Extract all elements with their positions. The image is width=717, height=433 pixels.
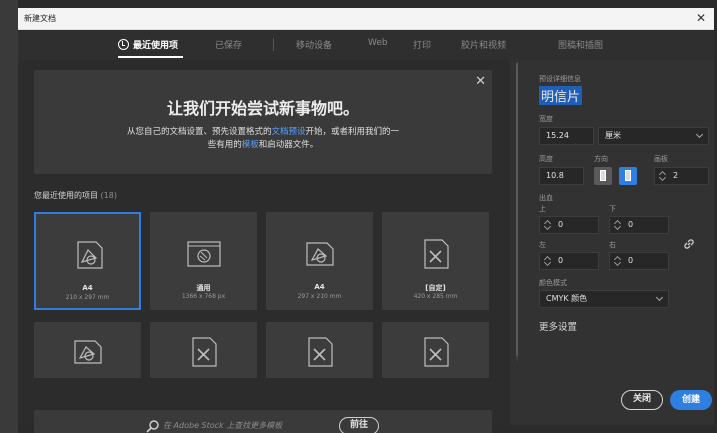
portrait-icon bbox=[600, 170, 606, 181]
portrait-orientation-button[interactable] bbox=[594, 167, 612, 185]
presets-area: ✕ 让我们开始尝试新事物吧。 从您自己的文档设置、预先设置格式的文档预设开始，或… bbox=[18, 60, 510, 433]
chevron-down-icon bbox=[655, 293, 664, 302]
height-label: 高度 bbox=[539, 155, 553, 163]
tab-recent[interactable]: 最近使用项 bbox=[118, 38, 178, 51]
bleed-bottom-stepper[interactable]: 0 bbox=[609, 216, 669, 234]
welcome-headline: 让我们开始尝试新事物吧。 bbox=[166, 99, 359, 118]
window-title: 新建文档 bbox=[24, 14, 56, 23]
card-name: [自定] bbox=[425, 284, 446, 292]
color-mode-label: 颜色模式 bbox=[539, 279, 567, 287]
recent-item-card[interactable] bbox=[34, 322, 141, 378]
custom-document-icon bbox=[301, 335, 339, 369]
card-size: 420 x 285 mm bbox=[413, 293, 458, 300]
link-bleed-icon[interactable] bbox=[683, 238, 695, 250]
tab-divider bbox=[273, 38, 274, 51]
bleed-top-label: 上 bbox=[539, 205, 546, 213]
recent-item-card[interactable] bbox=[266, 322, 373, 378]
height-input[interactable]: 10.8 bbox=[539, 167, 584, 185]
custom-document-icon bbox=[417, 237, 455, 271]
recent-item-card[interactable]: [自定] 420 x 285 mm bbox=[382, 212, 489, 310]
document-shapes-icon bbox=[69, 335, 107, 369]
landscape-icon bbox=[625, 170, 631, 181]
preset-details-label: 预设详细信息 bbox=[539, 75, 581, 83]
recent-item-card[interactable]: 通用 1366 x 768 px bbox=[150, 212, 257, 310]
custom-document-icon bbox=[417, 335, 455, 369]
new-document-dialog: 最近使用项 已保存 移动设备 Web 打印 胶片和视频 图稿和插图 ✕ 让我们开… bbox=[18, 30, 714, 433]
close-button[interactable]: 关闭 bbox=[621, 390, 663, 410]
bleed-right-label: 右 bbox=[609, 241, 616, 249]
recent-item-card[interactable] bbox=[382, 322, 489, 378]
tab-web[interactable]: Web bbox=[368, 38, 388, 48]
create-button[interactable]: 创建 bbox=[670, 390, 712, 410]
close-window-icon[interactable]: ✕ bbox=[696, 11, 706, 25]
tab-bar: 最近使用项 已保存 移动设备 Web 打印 胶片和视频 图稿和插图 bbox=[18, 30, 714, 60]
recent-items-label: 您最近使用的项目 (18) bbox=[34, 191, 117, 200]
card-size: 210 x 297 mm bbox=[65, 294, 110, 301]
stepper-arrows-icon bbox=[660, 171, 666, 181]
go-button[interactable]: 前往 bbox=[339, 417, 379, 433]
document-shapes-icon bbox=[70, 238, 108, 272]
bleed-right-stepper[interactable]: 0 bbox=[609, 252, 669, 270]
color-mode-select[interactable]: CMYK 颜色 bbox=[539, 290, 669, 308]
tab-print[interactable]: 打印 bbox=[413, 38, 431, 51]
preset-name-field[interactable]: 明信片 bbox=[539, 86, 583, 105]
width-input[interactable]: 15.24 bbox=[539, 127, 594, 145]
active-tab-indicator bbox=[118, 56, 183, 58]
stepper-arrows-icon bbox=[545, 256, 551, 266]
tab-art-illustration[interactable]: 图稿和插图 bbox=[558, 38, 603, 51]
document-presets-link[interactable]: 文档预设 bbox=[271, 127, 305, 137]
welcome-description-line1: 从您自己的文档设置、预先设置格式的文档预设开始，或者利用我们的一 bbox=[126, 127, 400, 137]
chevron-down-icon bbox=[695, 130, 704, 139]
stock-search-input[interactable]: 在 Adobe Stock 上查找更多模板 bbox=[163, 420, 282, 431]
stock-search-bar: 在 Adobe Stock 上查找更多模板 前往 bbox=[34, 410, 492, 433]
welcome-banner: ✕ 让我们开始尝试新事物吧。 从您自己的文档设置、预先设置格式的文档预设开始，或… bbox=[34, 70, 492, 174]
width-label: 宽度 bbox=[539, 115, 553, 123]
bleed-bottom-label: 下 bbox=[609, 205, 616, 213]
unit-select[interactable]: 厘米 bbox=[598, 127, 709, 145]
app-toolbar-strip bbox=[0, 0, 18, 433]
screen: 新建文档 ✕ 最近使用项 已保存 移动设备 Web 打印 胶片和视频 图稿和插图… bbox=[0, 0, 717, 433]
recent-item-card[interactable] bbox=[150, 322, 257, 378]
bleed-label: 出血 bbox=[539, 194, 553, 202]
stepper-arrows-icon bbox=[545, 220, 551, 230]
tab-saved[interactable]: 已保存 bbox=[215, 38, 242, 51]
document-shapes-icon bbox=[301, 237, 339, 271]
bleed-left-label: 左 bbox=[539, 241, 546, 249]
landscape-orientation-button[interactable] bbox=[619, 167, 637, 185]
tab-mobile[interactable]: 移动设备 bbox=[296, 38, 332, 51]
recent-item-card[interactable]: A4 297 x 210 mm bbox=[266, 212, 373, 310]
close-banner-icon[interactable]: ✕ bbox=[475, 74, 486, 89]
preset-details-panel: 预设详细信息 明信片 宽度 15.24 厘米 高度 方向 画板 10.8 2 出… bbox=[518, 60, 714, 425]
tab-film-video[interactable]: 胶片和视频 bbox=[461, 38, 506, 51]
more-settings-button[interactable]: 更多设置 bbox=[539, 319, 577, 333]
artboards-stepper[interactable]: 2 bbox=[654, 167, 709, 185]
recent-items-count: (18) bbox=[100, 191, 117, 200]
bleed-top-stepper[interactable]: 0 bbox=[539, 216, 599, 234]
custom-document-icon bbox=[185, 335, 223, 369]
artboards-label: 画板 bbox=[654, 155, 668, 163]
stepper-arrows-icon bbox=[615, 220, 621, 230]
web-document-icon bbox=[185, 237, 223, 271]
bleed-left-stepper[interactable]: 0 bbox=[539, 252, 599, 270]
recent-item-card[interactable]: A4 210 x 297 mm bbox=[34, 212, 141, 310]
card-name: 通用 bbox=[196, 284, 211, 292]
card-name: A4 bbox=[314, 283, 325, 291]
title-bar: 新建文档 ✕ bbox=[18, 8, 714, 30]
templates-link[interactable]: 模板 bbox=[242, 140, 259, 150]
orientation-label: 方向 bbox=[594, 155, 608, 163]
card-size: 1366 x 768 px bbox=[181, 293, 226, 300]
clock-icon bbox=[118, 39, 129, 50]
welcome-description-line2: 些有用的模板和启动器文件。 bbox=[207, 140, 319, 150]
stepper-arrows-icon bbox=[615, 256, 621, 266]
search-icon bbox=[146, 419, 160, 433]
card-name: A4 bbox=[82, 284, 93, 292]
card-size: 297 x 210 mm bbox=[297, 293, 342, 300]
